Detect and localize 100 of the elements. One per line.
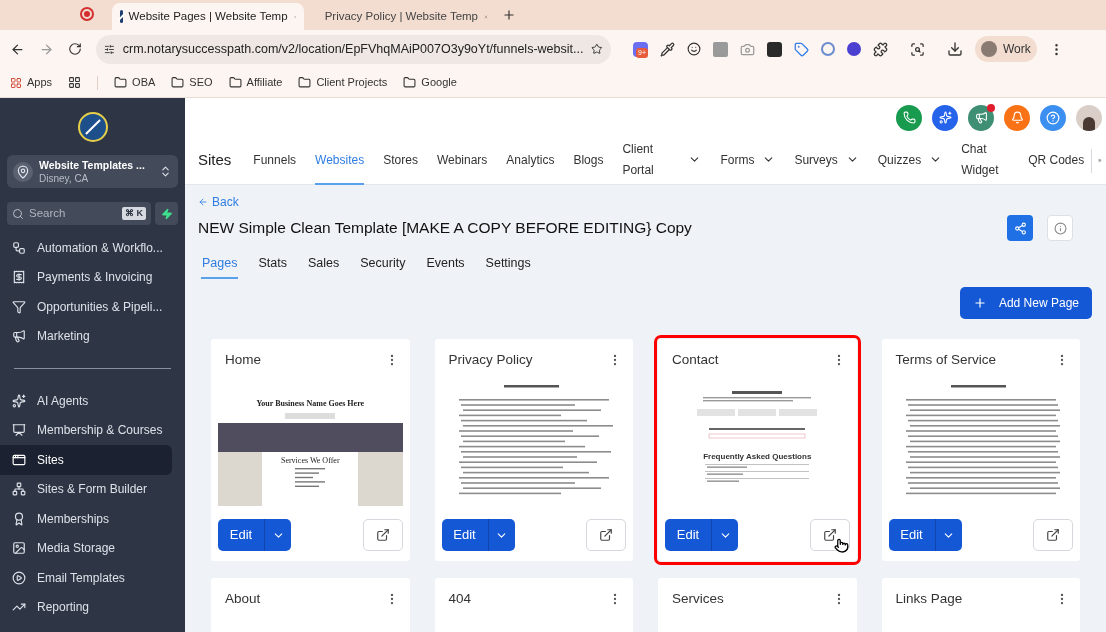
bookmark-folder[interactable]: Google: [403, 74, 457, 91]
url-text: crm.notarysuccesspath.com/v2/location/EpFVhqMAiP007O3y9oYt/funnels-websit...: [122, 40, 584, 58]
nav-tab[interactable]: Chat Widget: [961, 136, 1010, 185]
page-tab[interactable]: Security: [359, 249, 407, 279]
phone-button[interactable]: [896, 104, 922, 131]
hierarchy-icon: [12, 482, 26, 497]
quick-action-button[interactable]: [155, 202, 178, 225]
help-button[interactable]: [1040, 104, 1066, 131]
forward-icon[interactable]: [39, 41, 54, 57]
profile-button[interactable]: Work: [975, 36, 1037, 62]
back-link[interactable]: Back: [198, 193, 239, 211]
sidebar-item[interactable]: AI Agents: [0, 386, 172, 416]
open-page-button[interactable]: [809, 519, 850, 551]
edit-options-button[interactable]: [488, 519, 515, 551]
user-avatar[interactable]: [1076, 104, 1102, 131]
info-button[interactable]: [1047, 215, 1073, 241]
preview-section-title: Services We Offer: [280, 456, 340, 466]
nav-tab[interactable]: Forms: [720, 136, 776, 185]
site-settings-icon[interactable]: [104, 42, 115, 56]
screen-search-icon[interactable]: [910, 41, 925, 57]
bookmark-folder[interactable]: SEO: [171, 74, 213, 91]
page-card[interactable]: 404: [434, 578, 633, 632]
share-button[interactable]: [1007, 215, 1033, 241]
edit-button[interactable]: Edit: [665, 519, 712, 551]
megaphone-icon: [12, 329, 26, 344]
nav-tab[interactable]: Funnels: [253, 136, 297, 185]
edit-button[interactable]: Edit: [888, 519, 936, 551]
page-tab[interactable]: Pages: [201, 249, 239, 279]
sidebar-item[interactable]: Media Storage: [0, 533, 172, 563]
reload-icon[interactable]: [68, 42, 82, 56]
sidebar-item[interactable]: Sites: [0, 445, 172, 475]
search-input[interactable]: Search: [29, 204, 117, 223]
nav-tab[interactable]: Websites: [315, 136, 365, 185]
page-tab[interactable]: Events: [425, 249, 466, 279]
extensions-icon[interactable]: [873, 41, 888, 57]
announcements-button[interactable]: [968, 104, 994, 131]
sidebar-item[interactable]: Sites & Form Builder: [0, 474, 172, 504]
share-icon: [1013, 221, 1027, 235]
page-title: Links Page: [895, 589, 963, 608]
notifications-button[interactable]: [1004, 104, 1030, 131]
page-card[interactable]: Privacy Policy Edit: [434, 339, 633, 561]
bookmark-folder[interactable]: OBA: [114, 74, 156, 91]
page-card[interactable]: Home Your Business Name Goes Here Services We Offer Edit: [211, 339, 410, 561]
tag-icon[interactable]: [794, 41, 809, 57]
bookmark-label: Apps: [27, 75, 53, 91]
chevrons-icon: [159, 165, 172, 178]
edit-options-button[interactable]: [935, 519, 962, 551]
page-card[interactable]: Services: [658, 578, 857, 632]
account-switcher[interactable]: Website Templates ... Disney, CA: [7, 155, 178, 188]
eyedropper-icon[interactable]: [660, 41, 675, 57]
sidebar-item[interactable]: Payments & Invoicing: [0, 262, 172, 292]
brand-logo-icon[interactable]: [77, 111, 108, 142]
extension-icon[interactable]: [767, 41, 782, 57]
nav-tab[interactable]: Blogs: [573, 136, 604, 185]
bookmark-star-icon[interactable]: [591, 42, 603, 56]
sidebar-item[interactable]: Automation & Workflo...: [0, 233, 172, 263]
page-tab[interactable]: Sales: [306, 249, 341, 279]
bookmark-folder[interactable]: Affiliate: [228, 74, 283, 91]
account-location: Disney, CA: [39, 171, 90, 185]
extension-icon[interactable]: [847, 42, 861, 56]
search-field[interactable]: Search ⌘ K: [7, 202, 151, 225]
folder-icon: [228, 76, 242, 89]
ai-button[interactable]: [932, 104, 958, 131]
nav-tab[interactable]: Client Portal: [622, 136, 702, 185]
edit-options-button[interactable]: [712, 519, 738, 551]
nav-tab[interactable]: Stores: [383, 136, 418, 185]
sidebar-item[interactable]: Reporting: [0, 592, 172, 622]
page-title: Contact: [672, 350, 719, 369]
nav-tab[interactable]: Webinars: [436, 136, 488, 185]
page-tab[interactable]: Stats: [257, 249, 288, 279]
receipt-icon: [12, 270, 26, 285]
add-new-page-button[interactable]: Add New Page: [959, 287, 1092, 319]
bookmark-folder[interactable]: Client Projects: [298, 74, 388, 91]
nav-tab[interactable]: QR Codes: [1028, 136, 1085, 185]
edit-options-button[interactable]: [265, 519, 291, 551]
sidebar-item[interactable]: Opportunities & Pipeli...: [0, 292, 172, 322]
extension-icon[interactable]: [687, 42, 701, 56]
page-card[interactable]: About: [211, 578, 410, 632]
sidebar-item[interactable]: Memberships: [0, 504, 172, 534]
nav-tab[interactable]: Surveys: [794, 136, 859, 185]
address-bar[interactable]: crm.notarysuccesspath.com/v2/location/EpFVhqMAiP007O3y9oYt/funnels-websit...: [96, 34, 611, 64]
nav-tab[interactable]: Quizzes: [877, 136, 943, 185]
sidebar-item[interactable]: Marketing: [0, 321, 172, 351]
camera-icon[interactable]: [740, 41, 755, 57]
page-card[interactable]: Terms of Service Edit: [881, 339, 1080, 561]
apps-bookmark[interactable]: Apps: [10, 74, 53, 91]
sidebar-item[interactable]: Membership & Courses: [0, 415, 172, 445]
page-card[interactable]: Links Page: [881, 578, 1080, 632]
sidebar-item[interactable]: Email Templates: [0, 563, 172, 593]
page-title: 404: [448, 589, 472, 608]
browser-tab[interactable]: Privacy Policy | Website Temp: [304, 3, 496, 30]
nav-tab[interactable]: Analytics: [506, 136, 555, 185]
download-icon[interactable]: [947, 41, 963, 57]
page-tab[interactable]: Settings: [484, 249, 532, 279]
back-icon[interactable]: [10, 41, 25, 57]
new-tab-icon[interactable]: [502, 8, 516, 22]
browser-tab[interactable]: Website Pages | Website Temp: [112, 3, 304, 30]
edit-button[interactable]: Edit: [441, 519, 489, 551]
tab-groups-icon[interactable]: [68, 76, 82, 89]
edit-button[interactable]: Edit: [218, 519, 265, 551]
